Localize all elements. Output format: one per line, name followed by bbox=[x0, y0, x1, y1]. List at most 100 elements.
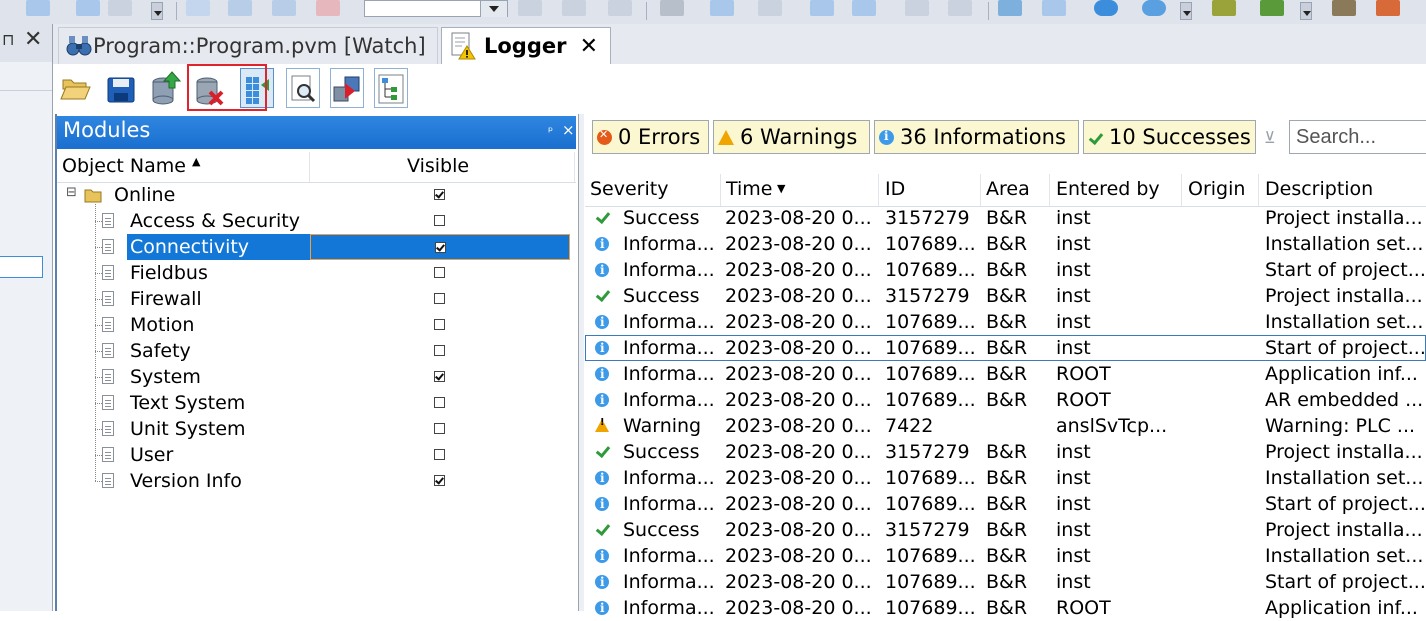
binoculars-icon[interactable] bbox=[660, 0, 684, 16]
tree-item[interactable]: Fieldbus bbox=[57, 260, 576, 286]
visible-checkbox[interactable] bbox=[434, 371, 445, 382]
visible-checkbox[interactable] bbox=[434, 397, 445, 408]
visible-checkbox[interactable] bbox=[434, 319, 445, 330]
column-divider[interactable] bbox=[574, 152, 575, 182]
sort-az-icon[interactable] bbox=[758, 0, 782, 16]
column-visible[interactable]: Visible bbox=[407, 155, 469, 177]
pin-icon[interactable]: ⊓ bbox=[2, 30, 14, 49]
visible-checkbox[interactable] bbox=[434, 345, 445, 356]
filter-clear-icon[interactable]: ⊻ bbox=[1264, 128, 1276, 147]
tree-item[interactable]: System bbox=[57, 364, 576, 390]
tree-item[interactable]: User bbox=[57, 442, 576, 468]
log-row[interactable]: Informa... 2023-08-20 0... 107689... B&R ROO… bbox=[585, 387, 1426, 413]
column-divider[interactable] bbox=[1181, 174, 1182, 206]
log-row[interactable]: Informa... 2023-08-20 0... 107689... B&R ins… bbox=[585, 309, 1426, 335]
transfer-button[interactable] bbox=[330, 68, 364, 108]
column-divider[interactable] bbox=[1049, 174, 1050, 206]
toolbar-dropdown-2[interactable] bbox=[1180, 2, 1192, 20]
visible-checkbox[interactable] bbox=[434, 215, 445, 226]
tree-item[interactable]: Text System bbox=[57, 390, 576, 416]
tree-item-online[interactable]: ⊟ Online bbox=[57, 182, 576, 208]
globe-icon[interactable] bbox=[1094, 0, 1118, 16]
log-row[interactable]: Informa... 2023-08-20 0... 107689... B&R ins… bbox=[585, 569, 1426, 595]
close-icon[interactable]: ✕ bbox=[580, 34, 598, 59]
column-divider[interactable] bbox=[309, 152, 310, 182]
column-id[interactable]: ID bbox=[885, 178, 905, 200]
window-stack-icon[interactable] bbox=[1042, 0, 1066, 16]
log-row[interactable]: Informa... 2023-08-20 0... 107689... B&R ROO… bbox=[585, 361, 1426, 387]
filter-warnings-button[interactable]: 6 Warnings bbox=[713, 120, 870, 154]
column-origin[interactable]: Origin bbox=[1188, 178, 1245, 200]
move-down-icon[interactable] bbox=[852, 0, 876, 16]
log-row[interactable]: Success 2023-08-20 0... 3157279 B&R inst Proj… bbox=[585, 517, 1426, 543]
close-icon[interactable]: × bbox=[562, 121, 575, 139]
tree-item[interactable]: Firewall bbox=[57, 286, 576, 312]
align-center-icon[interactable] bbox=[948, 0, 972, 16]
log-row[interactable]: Informa... 2023-08-20 0... 107689... B&R ins… bbox=[585, 335, 1426, 361]
gear-green-icon[interactable] bbox=[1260, 0, 1284, 16]
tree-item[interactable]: Access & Security bbox=[57, 208, 576, 234]
checklist-icon[interactable] bbox=[26, 0, 50, 16]
tree-item[interactable]: Motion bbox=[57, 312, 576, 338]
upload-button[interactable] bbox=[148, 68, 182, 108]
search-input[interactable]: Search... bbox=[1289, 120, 1426, 154]
list-icon[interactable] bbox=[108, 0, 132, 16]
open-folder-button[interactable] bbox=[58, 68, 92, 108]
column-entered-by[interactable]: Entered by bbox=[1056, 178, 1160, 200]
visible-checkbox[interactable] bbox=[434, 293, 445, 304]
column-divider[interactable] bbox=[878, 174, 879, 206]
gear-icon[interactable] bbox=[1212, 0, 1236, 16]
log-row[interactable]: Success 2023-08-20 0... 3157279 B&R inst Proj… bbox=[585, 205, 1426, 231]
link-icon[interactable] bbox=[518, 0, 542, 16]
toolbar-combo[interactable] bbox=[364, 0, 508, 17]
tree-item[interactable]: Unit System bbox=[57, 416, 576, 442]
find-button[interactable] bbox=[286, 68, 320, 108]
back-arrow-icon[interactable] bbox=[272, 0, 296, 16]
online-icon[interactable] bbox=[1142, 0, 1166, 16]
chain-icon[interactable] bbox=[608, 0, 632, 16]
log-row[interactable]: Warning 2023-08-20 0... 7422 anslSvTcp... Wa… bbox=[585, 413, 1426, 439]
log-row[interactable]: Informa... 2023-08-20 0... 107689... B&R ins… bbox=[585, 491, 1426, 517]
visible-checkbox[interactable] bbox=[434, 449, 445, 460]
sort-desc-icon[interactable] bbox=[710, 0, 734, 16]
checklist-edit-icon[interactable] bbox=[76, 0, 100, 16]
visible-checkbox[interactable] bbox=[434, 189, 445, 200]
tree-item[interactable]: Connectivity bbox=[57, 234, 576, 260]
tree-item[interactable]: Safety bbox=[57, 338, 576, 364]
close-icon[interactable]: ✕ bbox=[24, 27, 42, 52]
collapse-icon[interactable]: ⊟ bbox=[66, 185, 77, 200]
unlink-icon[interactable] bbox=[562, 0, 586, 16]
toolbar-dropdown-3[interactable] bbox=[1300, 2, 1312, 20]
tree-view-button[interactable] bbox=[374, 68, 408, 108]
left-panel-field[interactable] bbox=[0, 256, 43, 278]
column-time[interactable]: Time bbox=[726, 178, 773, 200]
log-row[interactable]: Success 2023-08-20 0... 3157279 B&R inst Proj… bbox=[585, 283, 1426, 309]
stop-icon[interactable] bbox=[1376, 0, 1400, 16]
column-divider[interactable] bbox=[980, 174, 981, 206]
tools-icon[interactable] bbox=[1332, 0, 1356, 16]
visible-checkbox[interactable] bbox=[434, 423, 445, 434]
visible-checkbox[interactable] bbox=[434, 475, 445, 486]
tree-item[interactable]: Version Info bbox=[57, 468, 576, 494]
log-row[interactable]: Informa... 2023-08-20 0... 107689... B&R ins… bbox=[585, 543, 1426, 569]
column-object-name[interactable]: Object Name bbox=[62, 155, 186, 177]
tab-watch[interactable]: Program::Program.pvm [Watch] bbox=[58, 27, 438, 64]
column-description[interactable]: Description bbox=[1265, 178, 1373, 200]
move-up-icon[interactable] bbox=[810, 0, 834, 16]
filter-errors-button[interactable]: 0 Errors bbox=[592, 120, 709, 154]
tab-logger[interactable]: Logger ✕ bbox=[441, 27, 611, 64]
filter-successes-button[interactable]: 10 Successes bbox=[1083, 120, 1256, 154]
log-row[interactable]: Informa... 2023-08-20 0... 107689... B&R ROO… bbox=[585, 595, 1426, 621]
column-divider[interactable] bbox=[720, 174, 721, 206]
toolbar-dropdown-1[interactable] bbox=[151, 2, 163, 20]
column-severity[interactable]: Severity bbox=[590, 178, 668, 200]
forward-arrow-icon[interactable] bbox=[228, 0, 252, 16]
save-button[interactable] bbox=[104, 68, 138, 108]
column-divider[interactable] bbox=[1258, 174, 1259, 206]
column-area[interactable]: Area bbox=[986, 178, 1030, 200]
visible-checkbox[interactable] bbox=[434, 267, 445, 278]
log-row[interactable]: Informa... 2023-08-20 0... 107689... B&R ins… bbox=[585, 231, 1426, 257]
log-row[interactable]: Informa... 2023-08-20 0... 107689... B&R ins… bbox=[585, 465, 1426, 491]
pin-icon[interactable]: ᵖ bbox=[548, 124, 553, 138]
transfer-icon[interactable] bbox=[998, 0, 1022, 16]
